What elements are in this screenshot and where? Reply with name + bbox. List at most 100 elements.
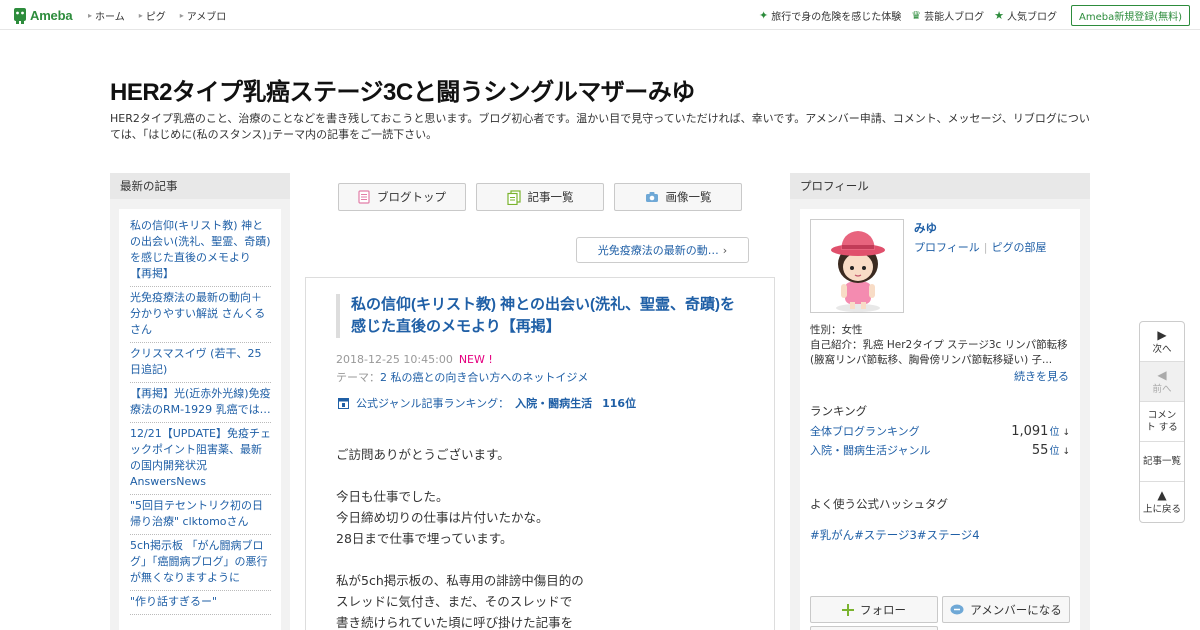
hashtag-link[interactable]: #ステージ3 bbox=[854, 527, 917, 543]
ranking-icon bbox=[338, 397, 349, 409]
diamond-icon: ✦ bbox=[759, 8, 769, 22]
global-header: Ameba ホーム ピグ アメブロ ✦旅行で身の危険を感じた体験 ♛芸能人ブログ… bbox=[0, 0, 1200, 30]
message-button[interactable] bbox=[810, 626, 938, 630]
nav-ameblo[interactable]: アメブロ bbox=[180, 8, 227, 23]
article-body: ご訪問ありがとうございます。 今日も仕事でした。 今日締め切りの仕事は片付いたか… bbox=[336, 444, 746, 630]
body-line: ご訪問ありがとうございます。 bbox=[336, 447, 510, 462]
sidebar-profile: プロフィール みゆ プロフィール | ピグの部屋 性別：女性 自己紹介：乳癌 H… bbox=[790, 173, 1090, 630]
body-line: 今日も仕事でした。 bbox=[336, 489, 449, 504]
genre-ranking-value: 55 bbox=[1031, 443, 1049, 458]
body-line: 書き続けられていた頃に呼び掛けた記事を bbox=[336, 615, 574, 630]
register-button[interactable]: Ameba新規登録(無料) bbox=[1070, 4, 1190, 26]
trend-down-icon: ↓ bbox=[1062, 447, 1070, 457]
ameba-logo[interactable]: Ameba bbox=[13, 6, 73, 24]
genre-ranking-link[interactable]: 入院・闘病生活ジャンル bbox=[810, 442, 930, 458]
ameba-mascot-icon bbox=[14, 7, 26, 24]
theme-link[interactable]: 2 私の癌との向き合い方へのネットイジメ bbox=[380, 371, 588, 384]
profile-link[interactable]: プロフィール bbox=[914, 241, 980, 254]
nav-home[interactable]: ホーム bbox=[88, 8, 125, 23]
follow-button[interactable]: フォロー bbox=[810, 596, 938, 623]
body-line bbox=[336, 549, 746, 570]
blog-description: HER2タイプ乳癌のこと、治療のことなどを書き残しておこうと思います。ブログ初心… bbox=[110, 112, 1090, 141]
pigg-room-link[interactable]: ピグの部屋 bbox=[992, 241, 1047, 254]
back-to-top-button[interactable]: ▲ 上に戻る bbox=[1140, 482, 1184, 522]
latest-articles-list: 私の信仰(キリスト教) 神との出会い(洗礼、聖霊、奇蹟)を感じた直後のメモより【… bbox=[119, 209, 281, 630]
tab-blog-top[interactable]: ブログトップ bbox=[338, 183, 466, 211]
body-line: 28日まで仕事で埋っています。 bbox=[336, 531, 513, 546]
next-label: 次へ bbox=[1152, 343, 1172, 355]
profile-gender: 性別：女性 bbox=[810, 324, 863, 336]
hashtag-list: #乳がん #ステージ3 #ステージ4 bbox=[810, 527, 980, 543]
celebrity-blog-label: 芸能人ブログ bbox=[924, 11, 985, 23]
sidebar-heading: 最新の記事 bbox=[110, 173, 290, 199]
tab-blog-top-label: ブログトップ bbox=[377, 190, 446, 204]
previous-article-link[interactable]: 光免疫療法の最新の動… › bbox=[576, 237, 749, 263]
genre-ranking-unit: 位 bbox=[1049, 446, 1060, 457]
hashtag-link[interactable]: #ステージ4 bbox=[917, 527, 980, 543]
profile-heading: プロフィール bbox=[790, 173, 1090, 199]
camera-icon bbox=[645, 191, 659, 203]
profile-name[interactable]: みゆ bbox=[914, 220, 937, 236]
popular-blog-link[interactable]: ★ 人気ブログ bbox=[994, 8, 1057, 23]
play-icon: ▶ bbox=[1157, 327, 1167, 342]
article-title[interactable]: 私の信仰(キリスト教) 神との出会い(洗礼、聖霊、奇蹟)を感じた直後のメモより【… bbox=[336, 294, 736, 338]
article-datetime: 2018-12-25 10:45:00 bbox=[336, 353, 453, 366]
body-line bbox=[336, 465, 746, 486]
star-icon: ★ bbox=[994, 8, 1004, 22]
read-more-link[interactable]: 続きを見る bbox=[1014, 368, 1069, 384]
body-line: 今日締め切りの仕事は片付いたかな。 bbox=[336, 510, 549, 525]
plus-icon bbox=[842, 603, 854, 616]
latest-article-item[interactable]: 【再掲】光(近赤外光線)免疫療法のRM-1929 乳癌では… bbox=[130, 383, 271, 423]
comment-button[interactable]: コメント する bbox=[1140, 402, 1184, 442]
latest-article-item[interactable]: 12/21【UPDATE】免疫チェックポイント阻害薬、最新の国内開発状況 Ans… bbox=[130, 423, 271, 495]
ranking-label: 公式ジャンル記事ランキング： bbox=[356, 397, 510, 410]
ranking-genre: 入院・闘病生活 bbox=[515, 397, 593, 410]
header-right-links: ✦ 旅行で身の危険を感じた体験 ♛ 芸能人ブログ ★ 人気ブログ Ameba新規登録(… bbox=[749, 0, 1190, 30]
previous-article-label: 光免疫療法の最新の動… bbox=[597, 244, 719, 257]
amember-label: アメンバーになる bbox=[970, 602, 1062, 617]
latest-article-item[interactable]: 私の信仰(キリスト教) 神との出会い(洗礼、聖霊、奇蹟)を感じた直後のメモより【… bbox=[130, 215, 271, 287]
list-icon bbox=[506, 189, 521, 205]
popular-blog-label: 人気ブログ bbox=[1006, 11, 1057, 23]
trend-link-label: 旅行で身の危険を感じた体験 bbox=[771, 11, 902, 23]
article-list-label: 記事一覧 bbox=[1142, 455, 1181, 467]
global-nav: ホーム ピグ アメブロ bbox=[88, 0, 240, 30]
tab-article-list[interactable]: 記事一覧 bbox=[476, 183, 604, 211]
nav-pigg[interactable]: ピグ bbox=[139, 8, 166, 23]
latest-article-item[interactable]: クリスマスイヴ (若干、25日追記) bbox=[130, 343, 271, 383]
next-article-button[interactable]: ▶ 次へ bbox=[1140, 322, 1184, 362]
article-list-button[interactable]: 記事一覧 bbox=[1140, 442, 1184, 482]
back-to-top-label: 上に戻る bbox=[1142, 504, 1181, 515]
amember-button[interactable]: アメンバーになる bbox=[942, 596, 1070, 623]
genre-ranking-link[interactable]: 公式ジャンル記事ランキング： 入院・闘病生活 116位 bbox=[338, 395, 636, 411]
amember-icon bbox=[950, 604, 964, 616]
trend-down-icon: ↓ bbox=[1062, 428, 1070, 438]
hashtag-link[interactable]: #乳がん bbox=[810, 527, 854, 543]
back-icon: ◀ bbox=[1157, 367, 1167, 382]
crown-icon: ♛ bbox=[911, 8, 922, 22]
new-badge: NEW ! bbox=[458, 353, 493, 366]
profile-intro: 自己紹介：乳癌 Her2タイプ ステージ3c リンパ節転移 (腋窩リンパ節転移、… bbox=[810, 339, 1068, 366]
hashtag-heading: よく使う公式ハッシュタグ bbox=[810, 497, 948, 511]
previous-article-button[interactable]: ◀ 前へ bbox=[1140, 362, 1184, 402]
latest-article-item[interactable]: "作り話すぎるー" bbox=[130, 591, 271, 615]
overall-ranking-link[interactable]: 全体ブログランキング bbox=[810, 423, 920, 439]
previous-label: 前へ bbox=[1152, 383, 1172, 395]
theme-label: テーマ： bbox=[336, 371, 380, 384]
tab-image-list[interactable]: 画像一覧 bbox=[614, 183, 742, 211]
avatar[interactable] bbox=[810, 219, 904, 313]
celebrity-blog-link[interactable]: ♛ 芸能人ブログ bbox=[911, 8, 984, 23]
link-separator: | bbox=[983, 241, 988, 254]
ranking-position: 116位 bbox=[602, 397, 637, 410]
ranking-heading: ランキング bbox=[810, 404, 868, 418]
latest-article-item[interactable]: 5ch掲示板 「がん闘病ブログ」「癌闘病ブログ」の悪行が無くなりますように bbox=[130, 535, 271, 591]
latest-article-item[interactable]: "5回目テセントリク初の日帰り治療" clktomoさん bbox=[130, 495, 271, 535]
overall-ranking-value: 1,091 bbox=[1011, 424, 1049, 439]
body-line: 私が5ch掲示板の、私専用の誹謗中傷目的の bbox=[336, 573, 584, 588]
overall-ranking-unit: 位 bbox=[1049, 427, 1060, 438]
comment-label: コメント する bbox=[1146, 409, 1178, 433]
blog-title[interactable]: HER2タイプ乳癌ステージ3Cと闘うシングルマザーみゆ bbox=[110, 72, 695, 107]
arrow-up-icon: ▲ bbox=[1157, 488, 1167, 502]
latest-article-item[interactable]: 光免疫療法の最新の動向＋分かりやすい解説 さんくるさん bbox=[130, 287, 271, 343]
trend-link[interactable]: ✦ 旅行で身の危険を感じた体験 bbox=[759, 8, 901, 23]
